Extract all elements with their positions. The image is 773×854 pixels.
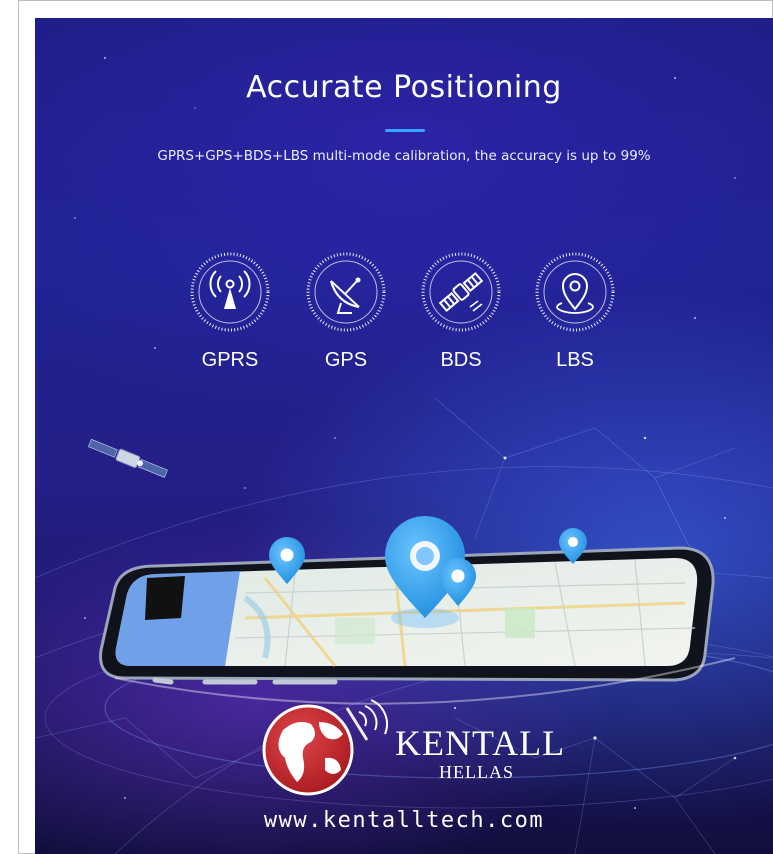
kentall-logo: [262, 699, 388, 796]
satellite-icon: [88, 438, 168, 478]
promo-poster: Accurate Positioning GPRS+GPS+BDS+LBS mu…: [35, 18, 773, 854]
website-url: www.kentalltech.com: [263, 808, 545, 833]
brand-subtitle: HELLAS: [439, 762, 514, 782]
brand-name: KENTALL: [395, 723, 566, 763]
